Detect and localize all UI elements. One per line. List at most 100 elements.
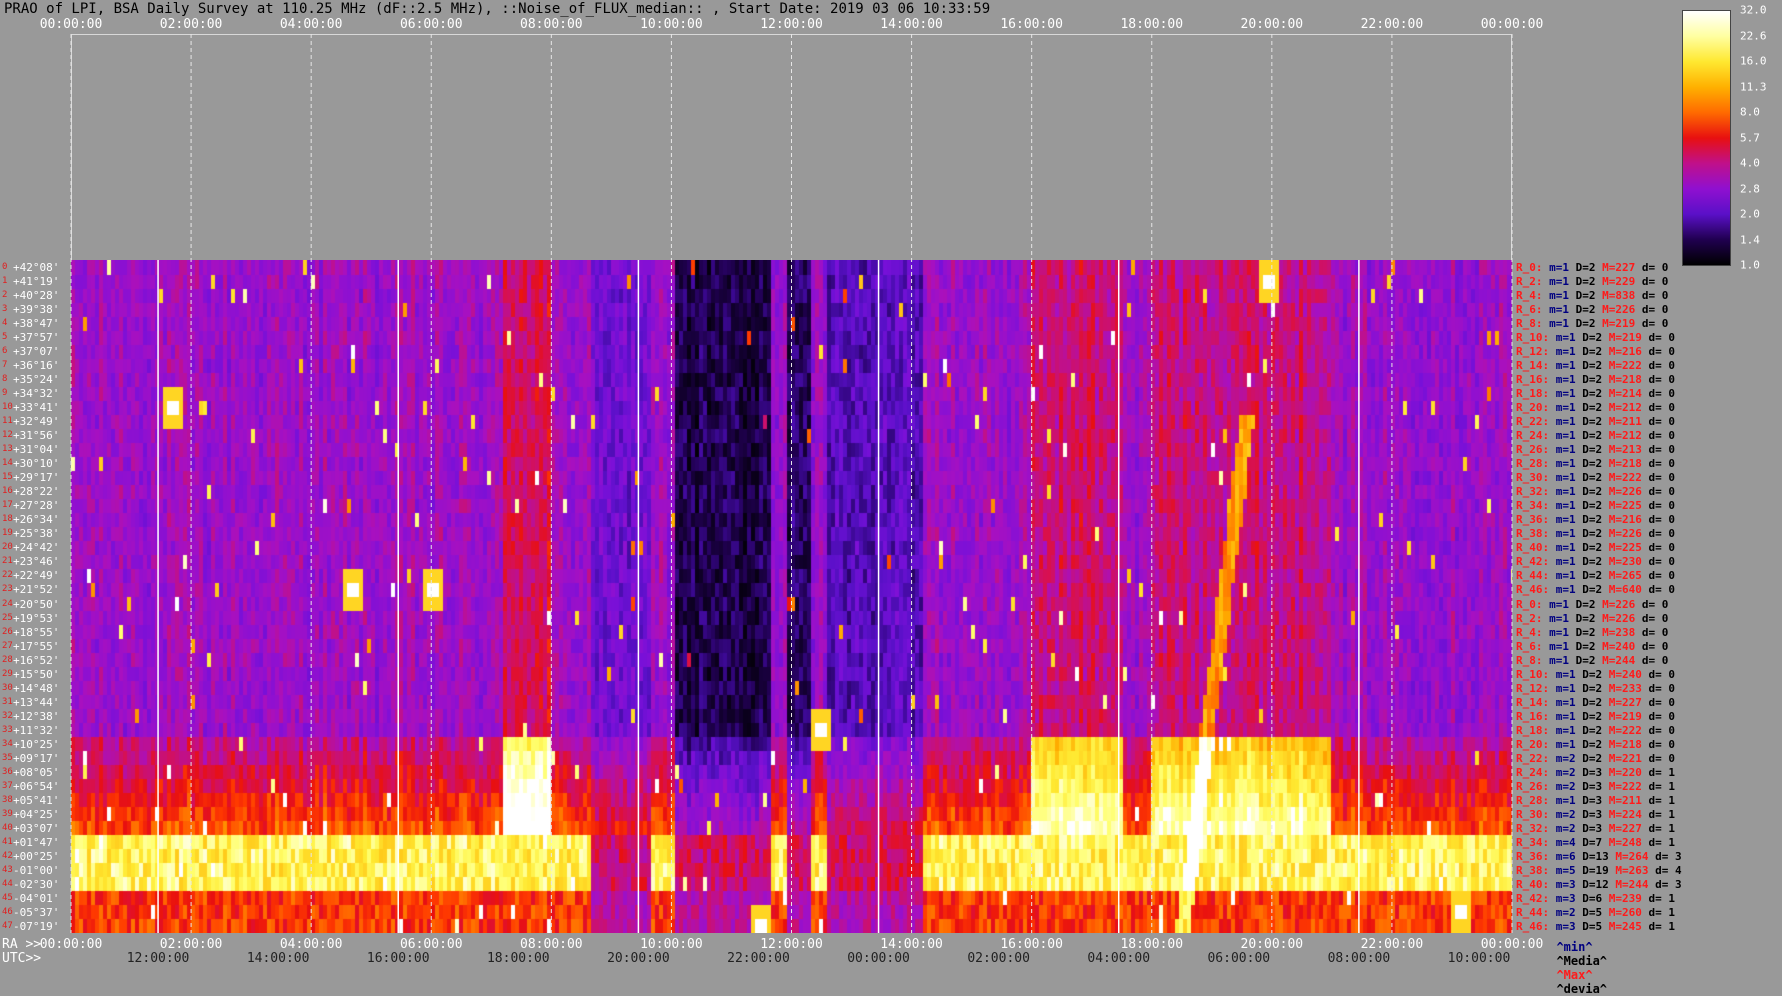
declination-index: 21 xyxy=(2,556,13,567)
row-stat-min: m=1 xyxy=(1555,709,1576,723)
row-stat-max: M=263 xyxy=(1615,863,1649,877)
row-stat-median: D=2 xyxy=(1575,597,1596,611)
declination-label: +26°34' xyxy=(13,513,60,527)
declination-label: +39°38' xyxy=(13,303,60,317)
row-stat-name: R_42: xyxy=(1516,891,1550,905)
row-stat-min: m=6 xyxy=(1555,849,1576,863)
declination-label: +18°55' xyxy=(13,625,60,639)
row-stat-name: R_42: xyxy=(1516,555,1550,569)
declination-label: +13°44' xyxy=(13,695,60,709)
row-stat-dev: d= 0 xyxy=(1641,625,1669,639)
row-stat: R_6: m=1 D=2 M=226 d= 0 xyxy=(1516,304,1668,315)
row-stat-max: M=222 xyxy=(1608,779,1642,793)
row-stat-max: M=220 xyxy=(1608,765,1642,779)
declination-index: 15 xyxy=(2,472,13,483)
row-stat-min: m=1 xyxy=(1555,331,1576,345)
row-stat-median: D=2 xyxy=(1582,541,1603,555)
row-stat-min: m=1 xyxy=(1555,443,1576,457)
color-scale-tick: 22.6 xyxy=(1740,29,1767,42)
row-stat-min: m=1 xyxy=(1549,611,1569,625)
color-scale-tick: 2.8 xyxy=(1740,182,1760,195)
row-stat-name: R_44: xyxy=(1516,569,1550,583)
declination-label: +32°49' xyxy=(13,415,60,429)
stats-legend: ^min^ ^Media^ ^Max^ ^devia^ xyxy=(1542,926,1607,996)
row-stat-median: D=2 xyxy=(1582,429,1603,443)
row-stat-dev: d= 0 xyxy=(1648,359,1676,373)
row-stat-dev: d= 0 xyxy=(1648,471,1676,485)
row-stat: R_42: m=3 D=6 M=239 d= 1 xyxy=(1516,893,1675,904)
row-stat-dev: d= 0 xyxy=(1641,639,1669,653)
declination-label: -05°37' xyxy=(13,905,60,919)
row-stat-median: D=2 xyxy=(1575,611,1596,625)
row-stat-max: M=212 xyxy=(1608,429,1642,443)
row-stat: R_14: m=1 D=2 M=222 d= 0 xyxy=(1516,360,1675,371)
row-stat-max: M=219 xyxy=(1608,331,1642,345)
declination-index: 29 xyxy=(2,668,13,679)
row-stat-min: m=1 xyxy=(1549,597,1569,611)
color-scale-tick: 16.0 xyxy=(1740,54,1767,68)
row-stat: R_10: m=1 D=2 M=219 d= 0 xyxy=(1516,332,1675,343)
row-stat-median: D=2 xyxy=(1575,625,1596,639)
row-stat-min: m=1 xyxy=(1555,401,1576,415)
row-stat-min: m=1 xyxy=(1555,513,1576,527)
declination-label: +30°10' xyxy=(13,457,60,471)
row-stat-median: D=2 xyxy=(1582,443,1603,457)
row-stat-min: m=1 xyxy=(1555,373,1576,387)
declination-index: 19 xyxy=(2,528,13,539)
row-stat-median: D=2 xyxy=(1582,373,1603,387)
row-stat-max: M=838 xyxy=(1602,289,1636,303)
row-stat: R_2: m=1 D=2 M=229 d= 0 xyxy=(1516,276,1668,287)
row-stat-dev: d= 4 xyxy=(1655,863,1682,877)
row-stat-dev: d= 1 xyxy=(1648,905,1676,919)
row-stat: R_30: m=2 D=3 M=224 d= 1 xyxy=(1516,809,1675,820)
row-stat: R_36: m=6 D=13 M=264 d= 3 xyxy=(1516,851,1682,862)
row-stat-median: D=2 xyxy=(1582,583,1603,597)
declination-label: +40°28' xyxy=(13,289,60,303)
row-stat: R_38: m=1 D=2 M=226 d= 0 xyxy=(1516,528,1675,539)
row-stat-max: M=227 xyxy=(1602,261,1636,274)
row-stat-median: D=2 xyxy=(1575,275,1596,289)
row-stat-median: D=2 xyxy=(1575,303,1596,317)
row-stat-min: m=1 xyxy=(1555,737,1576,751)
declination-index: 18 xyxy=(2,514,13,525)
row-stat-name: R_6: xyxy=(1516,639,1543,653)
row-stat-name: R_2: xyxy=(1516,275,1543,289)
declination-label: -01°00' xyxy=(13,863,60,877)
row-stat-min: m=1 xyxy=(1555,499,1576,513)
declination-label: +08°05' xyxy=(13,765,60,779)
declination-index: 40 xyxy=(2,822,13,833)
row-stat-name: R_30: xyxy=(1516,471,1550,485)
row-stat-name: R_36: xyxy=(1516,513,1550,527)
row-stat-max: M=227 xyxy=(1608,695,1642,709)
row-stat-name: R_44: xyxy=(1516,905,1550,919)
declination-index: 28 xyxy=(2,654,13,665)
legend-median: ^Media^ xyxy=(1556,954,1608,968)
row-stat-dev: d= 0 xyxy=(1641,261,1669,274)
row-stat-dev: d= 1 xyxy=(1648,793,1676,807)
row-stat-median: D=3 xyxy=(1582,793,1603,807)
row-stat-min: m=1 xyxy=(1549,317,1569,331)
declination-label: +27°28' xyxy=(13,499,60,513)
row-stat-dev: d= 0 xyxy=(1648,457,1676,471)
row-stat-max: M=222 xyxy=(1608,723,1642,737)
row-stat: R_32: m=2 D=3 M=227 d= 1 xyxy=(1516,823,1675,834)
row-stat-min: m=1 xyxy=(1555,793,1576,807)
row-stat-max: M=227 xyxy=(1608,821,1642,835)
row-stat-min: m=2 xyxy=(1555,807,1576,821)
declination-index: 46 xyxy=(2,906,13,917)
row-stat-max: M=240 xyxy=(1608,667,1642,681)
row-stat-median: D=2 xyxy=(1575,639,1596,653)
declination-index: 32 xyxy=(2,710,13,721)
row-stat: R_22: m=2 D=2 M=221 d= 0 xyxy=(1516,753,1675,764)
declination-index: 39 xyxy=(2,808,13,819)
row-stat-name: R_28: xyxy=(1516,457,1550,471)
declination-index: 24 xyxy=(2,598,13,609)
declination-label: +00°25' xyxy=(13,849,60,863)
declination-index: 10 xyxy=(2,402,13,413)
row-stat-median: D=2 xyxy=(1582,415,1603,429)
declination-label: +16°52' xyxy=(13,653,60,667)
row-stat-max: M=218 xyxy=(1608,457,1642,471)
row-stat-name: R_32: xyxy=(1516,485,1550,499)
declination-label: +31°56' xyxy=(13,429,60,443)
row-stat-dev: d= 0 xyxy=(1648,443,1676,457)
